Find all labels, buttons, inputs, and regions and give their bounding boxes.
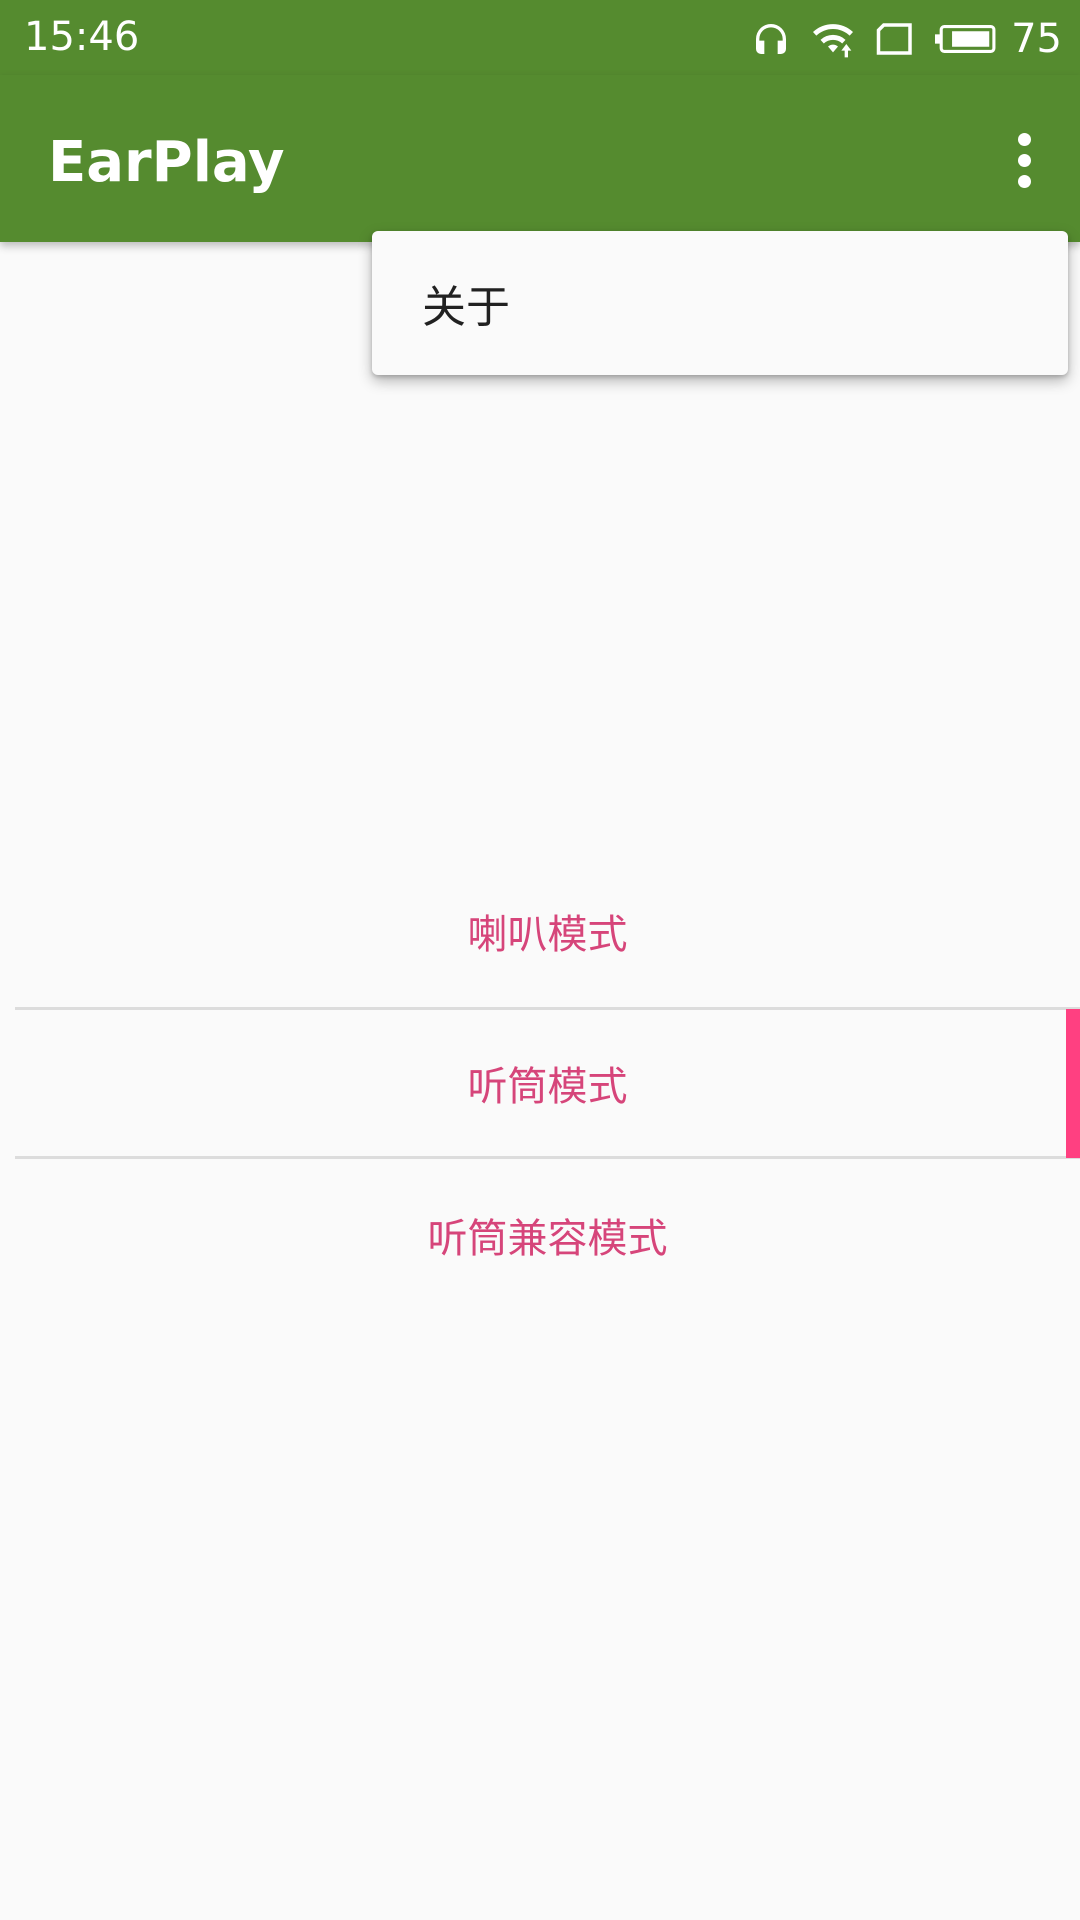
speaker-mode-option[interactable]: 喇叭模式 (15, 855, 1080, 1007)
status-time: 15:46 (24, 14, 140, 60)
battery-icon (935, 23, 997, 55)
status-icons: 75 (733, 14, 1062, 64)
status-bar: 15:46 75 (0, 0, 1080, 75)
battery-level: 75 (1011, 16, 1062, 62)
earpiece-compat-mode-option[interactable]: 听筒兼容模式 (15, 1159, 1080, 1311)
wifi-icon (809, 19, 857, 59)
menu-item-about[interactable]: 关于 (372, 231, 1068, 375)
app-bar: EarPlay (0, 75, 1080, 242)
selected-indicator (1066, 1009, 1080, 1158)
more-vert-icon[interactable] (992, 120, 1056, 200)
earpiece-mode-option[interactable]: 听筒模式 (15, 1007, 1080, 1159)
app-title: EarPlay (48, 130, 285, 195)
sim-card-icon (875, 21, 917, 57)
headphones-icon (751, 19, 791, 59)
overflow-menu: 关于 (372, 231, 1068, 375)
